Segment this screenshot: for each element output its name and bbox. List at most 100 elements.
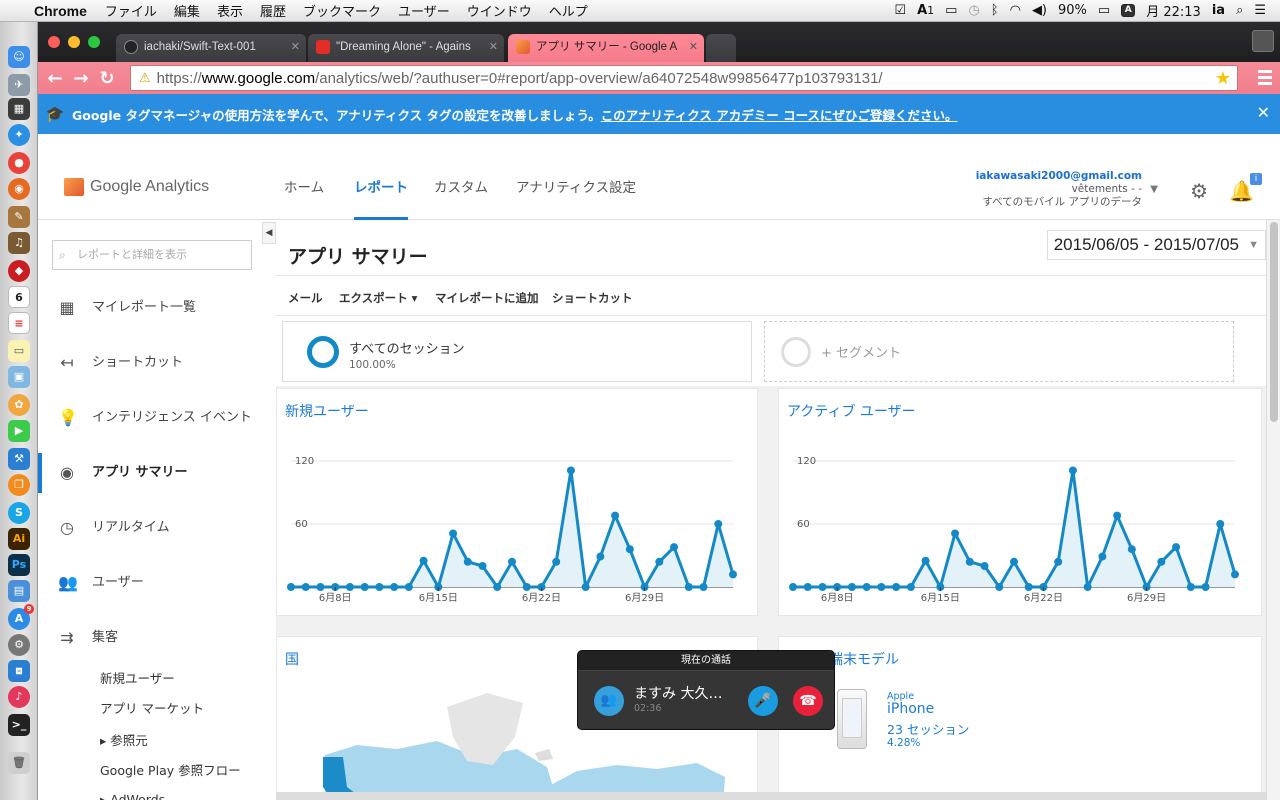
notice-link[interactable]: このアナリティクス アカデミー コースにぜひご登録ください。 bbox=[601, 105, 958, 124]
tab-reports[interactable]: レポート bbox=[354, 170, 408, 220]
time-machine-icon[interactable]: ◷ bbox=[968, 3, 979, 18]
nav-app-overview[interactable]: ◉ アプリ サマリー bbox=[38, 453, 276, 493]
tab-admin[interactable]: アナリティクス設定 bbox=[516, 170, 636, 220]
zoom-window-button[interactable] bbox=[88, 36, 100, 48]
menu-edit[interactable]: 編集 bbox=[174, 1, 200, 20]
menu-history[interactable]: 履歴 bbox=[260, 1, 286, 20]
nav-my-reports[interactable]: ▦ マイレポート一覧 bbox=[38, 288, 276, 328]
nav-adwords[interactable]: ▸ AdWords bbox=[100, 792, 165, 800]
skype-icon[interactable]: S bbox=[8, 502, 30, 524]
horizontal-scrollbar[interactable] bbox=[276, 792, 1266, 800]
segment-all-sessions[interactable]: すべてのセッション 100.00% bbox=[282, 321, 752, 382]
menu-view[interactable]: 表示 bbox=[217, 1, 243, 20]
photoshop-icon[interactable]: Ps bbox=[8, 554, 30, 576]
menu-window[interactable]: ウインドウ bbox=[467, 1, 532, 20]
mission-control-icon[interactable]: ▦ bbox=[8, 98, 30, 120]
bluetooth-icon[interactable]: ᛒ bbox=[991, 3, 999, 18]
close-window-button[interactable] bbox=[48, 36, 60, 48]
tab-github[interactable]: iachaki/Swift-Text-001 ✕ bbox=[116, 34, 306, 62]
ibooks-icon[interactable]: ❐ bbox=[8, 474, 30, 496]
keynote-icon[interactable]: ▤ bbox=[8, 580, 30, 602]
calendar-icon[interactable]: 6 bbox=[8, 286, 30, 308]
adobe-icon[interactable]: A1 bbox=[917, 3, 934, 18]
address-bar[interactable]: ⚠ https:// www.google.com /analytics/web… bbox=[130, 65, 1238, 91]
account-selector[interactable]: iakawasaki2000@gmail.com vêtements - - す… bbox=[976, 170, 1158, 209]
close-tab-icon[interactable]: ✕ bbox=[689, 34, 698, 60]
menu-bookmarks[interactable]: ブックマーク bbox=[303, 1, 381, 20]
nav-realtime[interactable]: ◷ リアルタイム bbox=[38, 508, 276, 548]
nav-new-users[interactable]: 新規ユーザー bbox=[100, 668, 175, 687]
volume-icon[interactable]: ◀) bbox=[1032, 3, 1047, 18]
nav-sources[interactable]: ▸ 参照元 bbox=[100, 730, 148, 749]
nav-shortcuts[interactable]: ↤ ショートカット bbox=[38, 343, 276, 383]
nav-app-market[interactable]: アプリ マーケット bbox=[100, 698, 204, 717]
photos-icon[interactable]: ✿ bbox=[8, 394, 30, 416]
gear-icon[interactable]: ⚙ bbox=[1190, 179, 1208, 203]
battery-icon[interactable]: ▭ bbox=[1098, 3, 1110, 18]
media-app-icon[interactable]: ◆ bbox=[8, 260, 30, 282]
shortcut-button[interactable]: ショートカット bbox=[552, 290, 633, 306]
nav-google-play[interactable]: Google Play 参照フロー bbox=[100, 760, 241, 779]
vertical-scrollbar[interactable] bbox=[1266, 220, 1280, 800]
preview-icon[interactable]: ▣ bbox=[8, 366, 30, 388]
terminal-icon[interactable]: >_ bbox=[8, 714, 30, 736]
microphone-button[interactable]: 🎤 bbox=[748, 686, 778, 716]
new-tab-button[interactable] bbox=[706, 34, 736, 62]
xcode-icon[interactable]: ⚒ bbox=[8, 448, 30, 470]
menu-user[interactable]: ユーザー bbox=[398, 1, 450, 20]
facetime-icon[interactable]: ▶ bbox=[8, 420, 30, 442]
minimize-window-button[interactable] bbox=[68, 36, 80, 48]
status-check-icon[interactable]: ☑ bbox=[894, 3, 906, 18]
spotlight-icon[interactable]: ⌕ bbox=[1236, 3, 1243, 18]
battery-percent[interactable]: 90% bbox=[1058, 3, 1087, 18]
close-icon[interactable]: ✕ bbox=[1257, 103, 1270, 122]
nav-acquisition[interactable]: ⇉ 集客 bbox=[38, 618, 276, 658]
add-to-dashboard-button[interactable]: マイレポートに追加 bbox=[435, 290, 539, 306]
close-tab-icon[interactable]: ✕ bbox=[291, 34, 300, 60]
tab-youtube[interactable]: "Dreaming Alone" - Agains ✕ bbox=[308, 34, 504, 62]
notes-app-icon[interactable]: ✎ bbox=[8, 206, 30, 228]
stickies-icon[interactable]: ▭ bbox=[8, 340, 30, 362]
chrome-menu-icon[interactable] bbox=[1258, 70, 1272, 88]
collapse-nav-button[interactable]: ◀ bbox=[262, 222, 276, 244]
profile-button[interactable] bbox=[1252, 30, 1274, 52]
reminders-icon[interactable]: ≡ bbox=[8, 312, 30, 334]
hang-up-button[interactable]: ☎ bbox=[793, 686, 823, 716]
menu-file[interactable]: ファイル bbox=[105, 1, 157, 20]
app-menu[interactable]: Chrome bbox=[34, 3, 87, 19]
menu-help[interactable]: ヘルプ bbox=[549, 1, 588, 20]
email-button[interactable]: メール bbox=[288, 290, 323, 306]
trash-icon[interactable]: 🗑 bbox=[8, 752, 30, 774]
clock[interactable]: 月 22:13 bbox=[1146, 1, 1201, 20]
ga-logo[interactable]: Google Analytics bbox=[64, 178, 209, 196]
app-store-icon[interactable]: A9 bbox=[8, 604, 34, 630]
user-menu[interactable]: ia bbox=[1212, 3, 1225, 18]
tab-custom[interactable]: カスタム bbox=[434, 170, 488, 220]
screen-share-icon[interactable]: ⧈ bbox=[8, 660, 30, 682]
wifi-icon[interactable]: ◠ bbox=[1010, 3, 1021, 18]
launchpad-icon[interactable]: ✈ bbox=[8, 74, 30, 96]
export-button[interactable]: エクスポート ▾ bbox=[339, 290, 417, 306]
tab-home[interactable]: ホーム bbox=[284, 170, 324, 220]
back-button[interactable]: ← bbox=[42, 68, 68, 89]
finder-icon[interactable]: ☺ bbox=[8, 46, 30, 68]
add-segment-button[interactable]: + セグメント bbox=[764, 321, 1234, 382]
safari-icon[interactable]: ✦ bbox=[8, 124, 30, 146]
device-model[interactable]: iPhone bbox=[887, 701, 934, 717]
guitar-app-icon[interactable]: ♫ bbox=[8, 232, 30, 254]
system-prefs-icon[interactable]: ⚙ bbox=[8, 634, 30, 656]
itunes-icon[interactable]: ♪ bbox=[8, 686, 30, 708]
nav-users[interactable]: 👥 ユーザー bbox=[38, 563, 276, 603]
nav-intelligence[interactable]: 💡 インテリジェンス イベント bbox=[38, 398, 276, 438]
airplay-icon[interactable]: ▭ bbox=[945, 3, 957, 18]
warning-lock-icon[interactable]: ⚠ bbox=[139, 70, 151, 86]
reload-button[interactable]: ↻ bbox=[94, 68, 120, 89]
forward-button[interactable]: → bbox=[68, 68, 94, 89]
close-tab-icon[interactable]: ✕ bbox=[489, 34, 498, 60]
input-source-icon[interactable]: A bbox=[1121, 4, 1136, 17]
illustrator-icon[interactable]: Ai bbox=[8, 528, 30, 550]
search-input[interactable]: ⌕ レポートと詳細を表示 bbox=[52, 240, 252, 270]
notification-center-icon[interactable]: ☰ bbox=[1254, 3, 1266, 18]
bookmark-star-icon[interactable]: ★ bbox=[1215, 68, 1231, 89]
chrome-icon[interactable]: ● bbox=[8, 152, 30, 174]
